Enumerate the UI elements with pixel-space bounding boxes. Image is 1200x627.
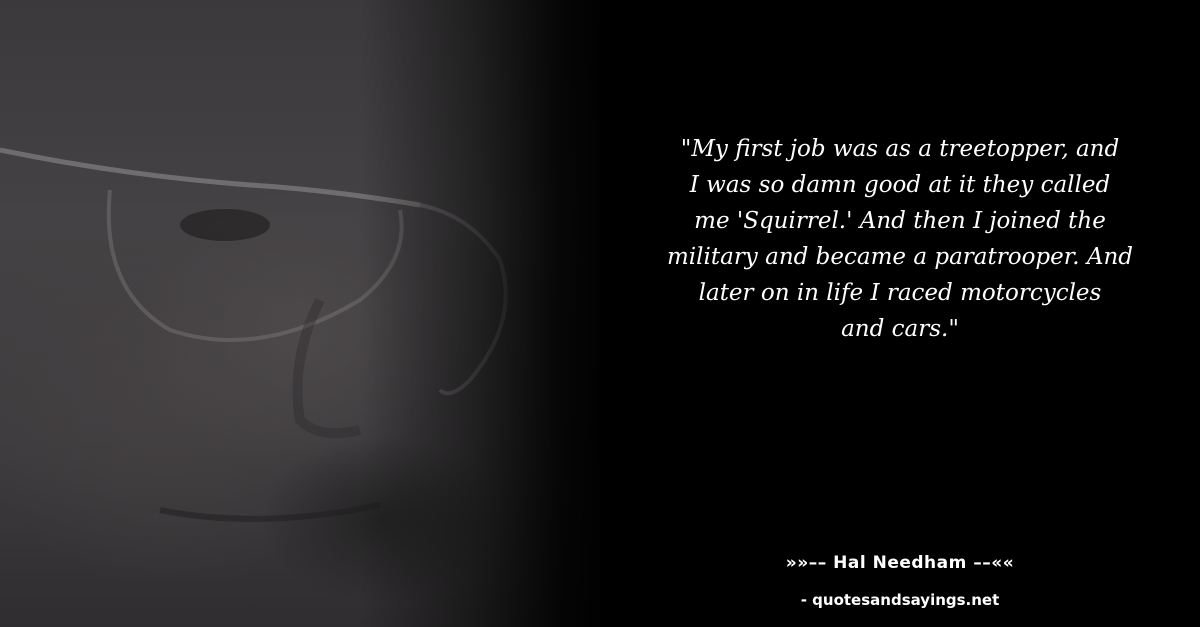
source-site-credit: - quotesandsayings.net [800, 591, 1000, 609]
author-attribution: »»–– Hal Needham ––«« [785, 553, 1015, 573]
quote-card: "My first job was as a treetopper, and I… [0, 0, 1200, 627]
quote-text: "My first job was as a treetopper, and I… [666, 136, 1134, 342]
